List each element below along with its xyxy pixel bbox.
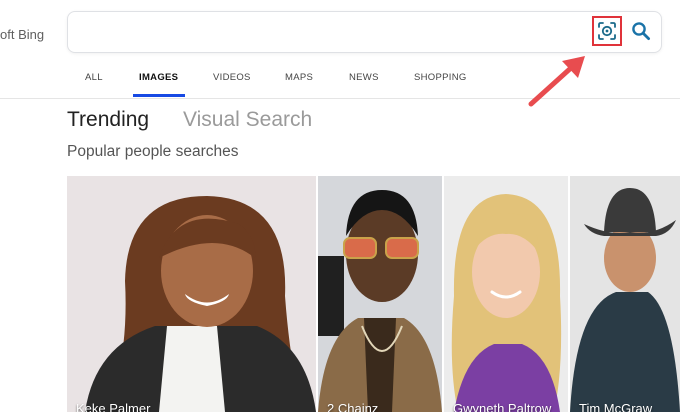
search-box <box>67 11 662 53</box>
person-photo <box>67 176 316 412</box>
tab-all[interactable]: ALL <box>85 72 103 83</box>
tab-shopping[interactable]: SHOPPING <box>414 72 467 83</box>
visual-search-button[interactable] <box>592 16 622 46</box>
card-label: Gwyneth Paltrow <box>453 401 552 412</box>
person-card-3[interactable]: Gwyneth Paltrow <box>444 176 568 412</box>
person-photo <box>570 176 680 412</box>
annotation-arrow <box>528 56 585 107</box>
tab-trending[interactable]: Trending <box>67 108 149 132</box>
search-button[interactable] <box>630 20 652 42</box>
tab-videos[interactable]: VIDEOS <box>213 72 251 83</box>
person-card-4[interactable]: Tim McGraw <box>570 176 680 412</box>
tab-visual-search[interactable]: Visual Search <box>183 108 312 132</box>
tab-news[interactable]: NEWS <box>349 72 379 83</box>
camera-lens-icon <box>598 22 616 40</box>
person-photo <box>444 176 568 412</box>
card-label: Keke Palmer <box>76 401 151 412</box>
card-label: Tim McGraw <box>579 401 653 412</box>
person-photo <box>318 176 442 412</box>
active-tab-indicator <box>133 94 185 97</box>
tab-maps[interactable]: MAPS <box>285 72 313 83</box>
search-icon <box>632 22 651 41</box>
section-subtitle: Popular people searches <box>67 143 239 160</box>
search-input[interactable] <box>80 22 584 46</box>
brand-logo-text[interactable]: oft Bing <box>0 27 44 42</box>
card-label: 2 Chainz <box>327 401 379 412</box>
person-card-2[interactable]: 2 Chainz <box>318 176 442 412</box>
person-card-1[interactable]: Keke Palmer <box>67 176 316 412</box>
tab-images[interactable]: IMAGES <box>139 72 178 83</box>
